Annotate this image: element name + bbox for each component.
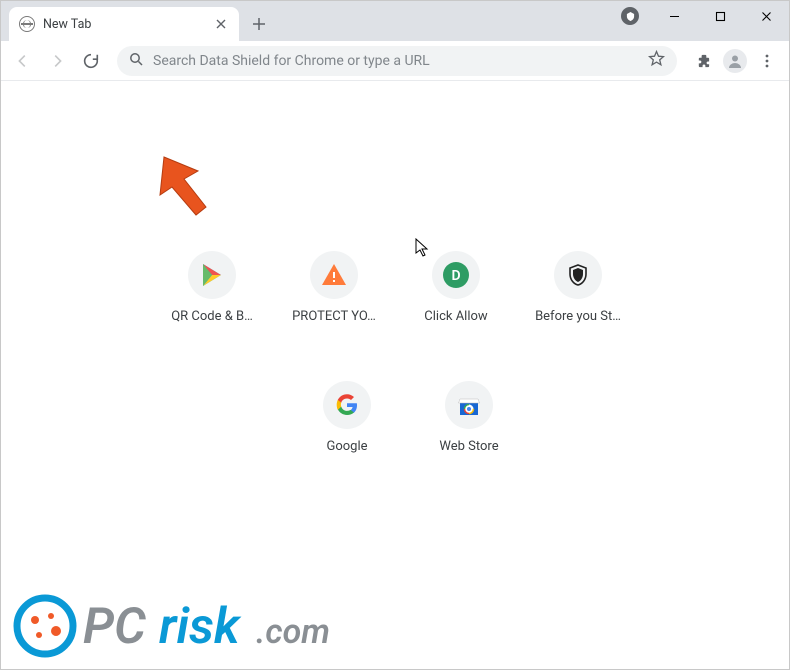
google-icon: [323, 381, 371, 429]
play-icon: [188, 251, 236, 299]
reload-button[interactable]: [77, 47, 105, 75]
shortcut-item[interactable]: Web Store: [413, 381, 525, 454]
tabstrip: New Tab: [1, 1, 789, 41]
shortcut-label: QR Code & B…: [171, 309, 253, 324]
omnibox[interactable]: Search Data Shield for Chrome or type a …: [117, 46, 677, 76]
browser-window: New Tab: [0, 0, 790, 670]
shortcut-label: Before you St…: [535, 309, 621, 324]
search-icon: [129, 51, 143, 70]
security-badge-icon[interactable]: [621, 7, 639, 25]
shield-icon: [554, 251, 602, 299]
omnibox-placeholder: Search Data Shield for Chrome or type a …: [153, 53, 638, 69]
shortcut-label: Web Store: [439, 439, 498, 454]
back-button[interactable]: [9, 47, 37, 75]
svg-text:.com: .com: [256, 612, 330, 652]
shortcut-label: Google: [326, 439, 367, 454]
profile-button[interactable]: [723, 49, 747, 73]
tab-title: New Tab: [43, 17, 205, 32]
shortcut-item[interactable]: D Click Allow: [400, 251, 512, 324]
minimize-button[interactable]: [651, 1, 697, 31]
new-tab-button[interactable]: [245, 10, 273, 38]
shortcut-item[interactable]: Google: [291, 381, 403, 454]
close-icon[interactable]: [213, 16, 229, 32]
content-area: QR Code & B… PROTECT YO… D Click Allow B…: [1, 81, 789, 669]
shortcuts-row-1: QR Code & B… PROTECT YO… D Click Allow B…: [156, 251, 634, 324]
svg-text:D: D: [451, 268, 460, 284]
shortcut-item[interactable]: QR Code & B…: [156, 251, 268, 324]
menu-button[interactable]: [753, 47, 781, 75]
warning-icon: [310, 251, 358, 299]
bookmark-star-icon[interactable]: [648, 50, 665, 71]
webstore-icon: [445, 381, 493, 429]
globe-icon: [19, 16, 35, 32]
forward-button[interactable]: [43, 47, 71, 75]
svg-text:PC: PC: [83, 598, 146, 656]
svg-text:risk: risk: [159, 598, 242, 656]
shortcuts-row-2: Google Web Store: [291, 381, 525, 454]
tab-newtab[interactable]: New Tab: [9, 7, 239, 41]
extensions-button[interactable]: [689, 47, 717, 75]
close-window-button[interactable]: [743, 1, 789, 31]
maximize-button[interactable]: [697, 1, 743, 31]
shortcut-label: Click Allow: [424, 309, 487, 324]
toolbar: Search Data Shield for Chrome or type a …: [1, 41, 789, 81]
shortcut-item[interactable]: PROTECT YO…: [278, 251, 390, 324]
letter-d-icon: D: [432, 251, 480, 299]
shortcut-label: PROTECT YO…: [292, 309, 376, 324]
window-controls: [651, 1, 789, 31]
watermark: PC risk .com: [11, 591, 381, 661]
shortcut-item[interactable]: Before you St…: [522, 251, 634, 324]
arrow-annotation-icon: [154, 151, 224, 225]
